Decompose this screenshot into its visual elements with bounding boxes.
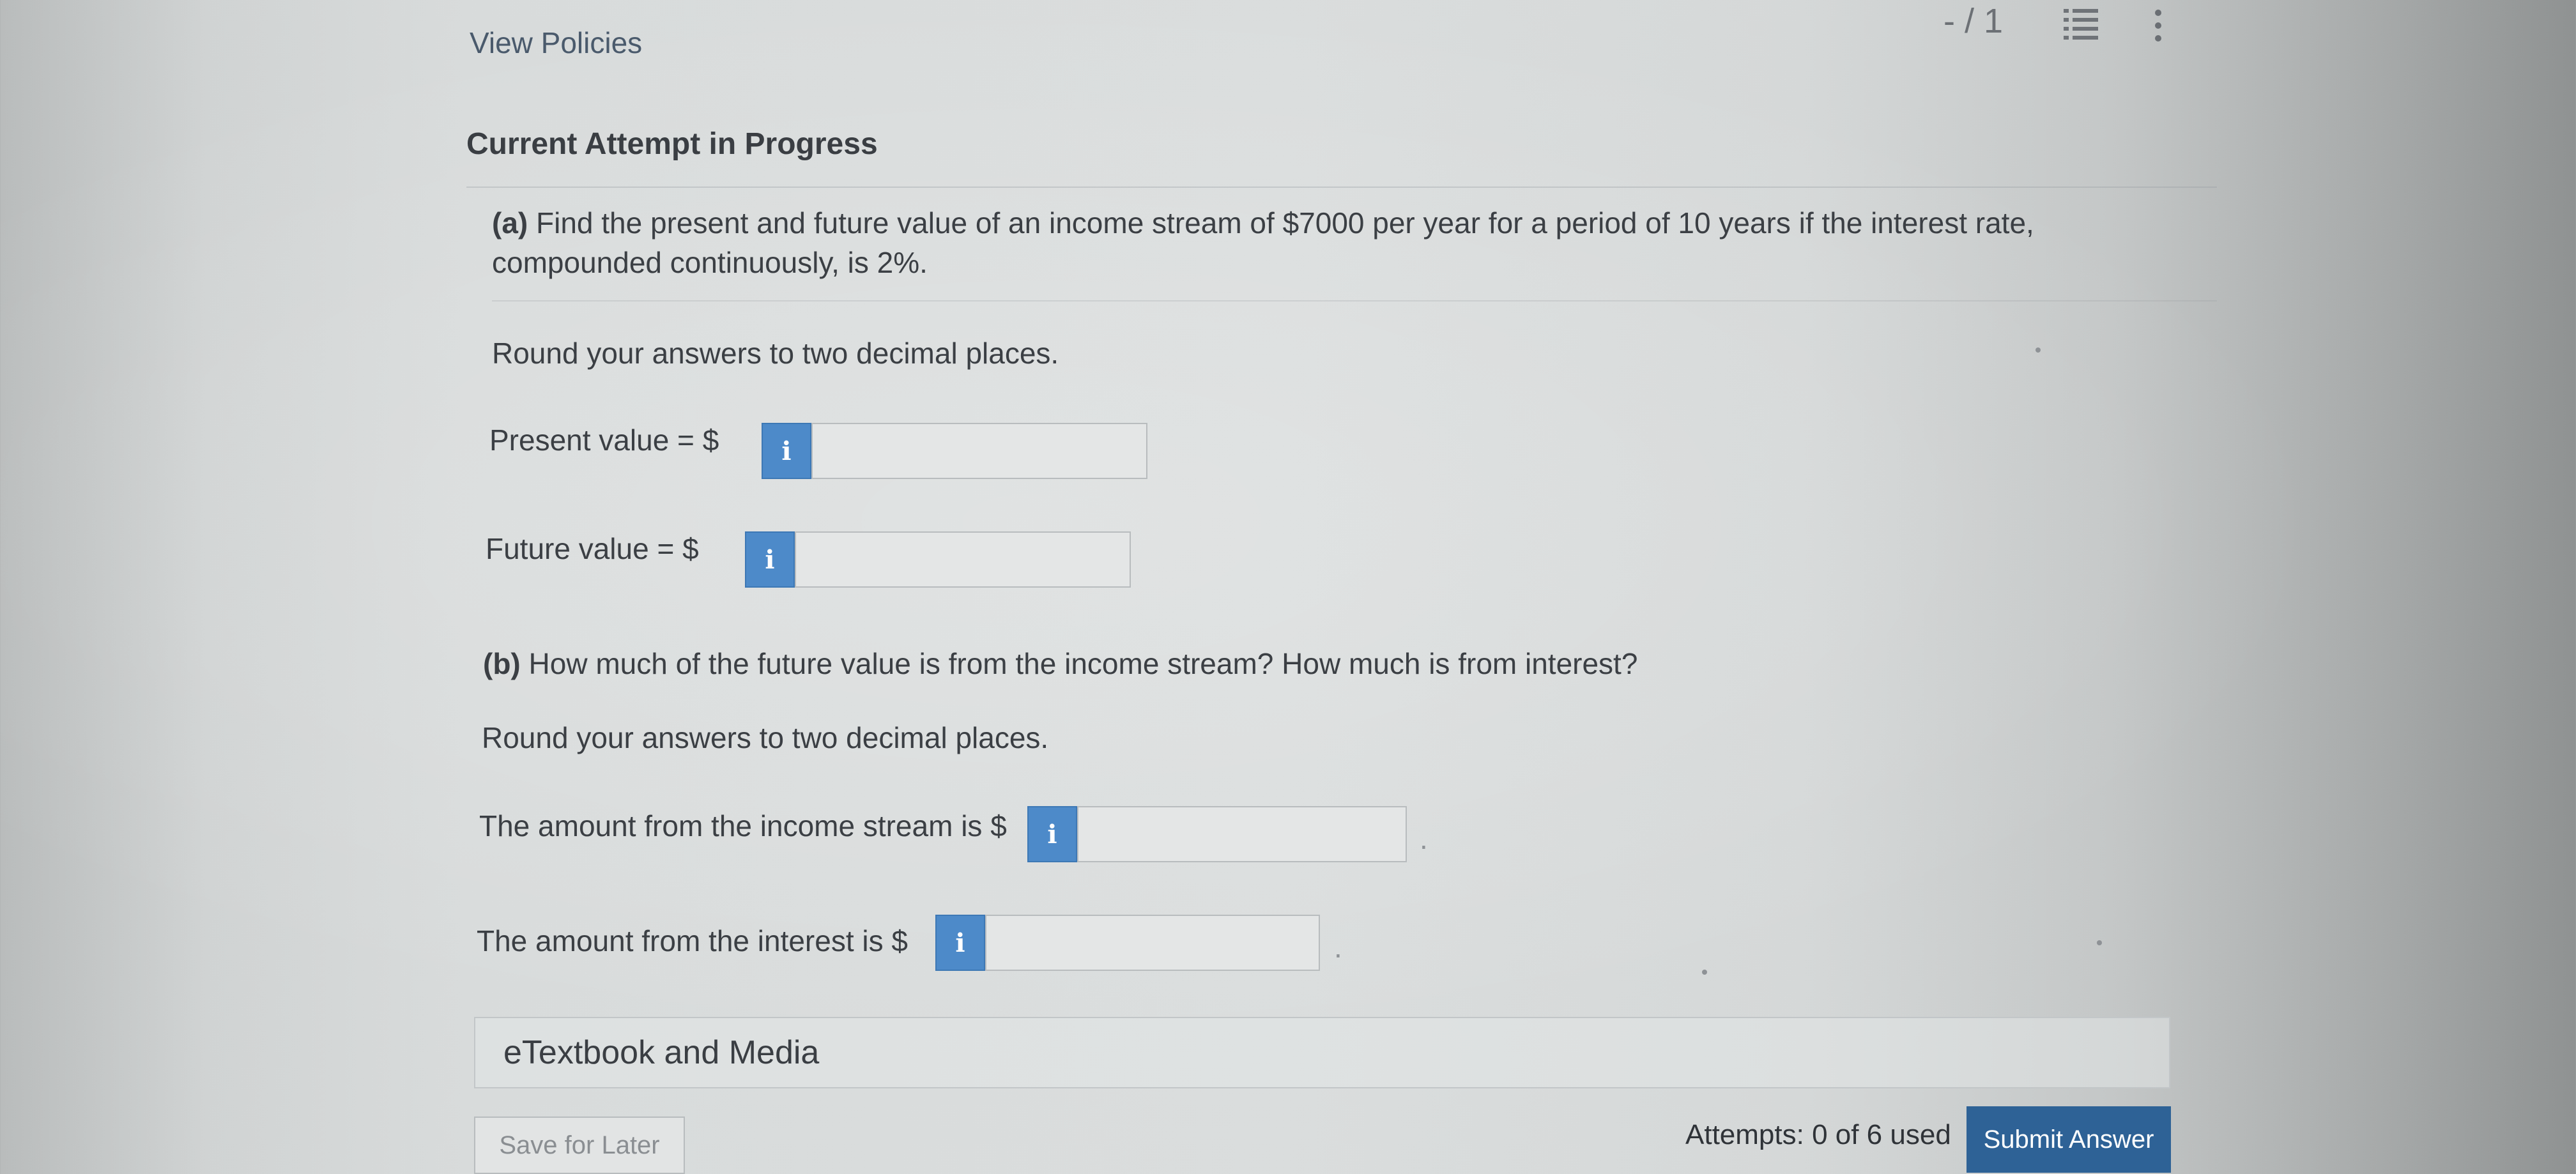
part-a-text: Find the present and future value of an … [492, 206, 2034, 279]
question-part-a: (a) Find the present and future value of… [492, 203, 2191, 282]
divider [466, 187, 2217, 188]
interest-input[interactable] [985, 915, 1320, 971]
speck [2035, 347, 2041, 353]
interest-label: The amount from the interest is $ [477, 924, 908, 957]
period: . [1420, 822, 1428, 855]
question-part-b: (b) How much of the future value is from… [483, 644, 2182, 683]
part-b-tag: (b) [483, 647, 521, 680]
list-icon[interactable] [2062, 5, 2101, 43]
round-instruction-a: Round your answers to two decimal places… [492, 337, 1059, 370]
future-value-input[interactable] [795, 531, 1131, 588]
screen-glare [0, 0, 2576, 1160]
period: . [1334, 931, 1342, 964]
info-icon[interactable]: i [935, 915, 985, 971]
etextbook-media-panel[interactable]: eTextbook and Media [474, 1017, 2170, 1088]
future-value-label: Future value = $ [486, 532, 699, 565]
income-stream-input[interactable] [1077, 806, 1407, 862]
divider [492, 300, 2217, 301]
info-icon[interactable]: i [762, 423, 811, 479]
round-instruction-b: Round your answers to two decimal places… [482, 721, 1049, 754]
speck [2097, 940, 2102, 945]
info-icon[interactable]: i [1027, 806, 1077, 862]
income-stream-label: The amount from the income stream is $ [479, 809, 1007, 842]
more-vertical-icon[interactable] [2150, 6, 2166, 45]
view-policies-link[interactable]: View Policies [470, 26, 642, 60]
present-value-input[interactable] [811, 423, 1147, 479]
present-value-label: Present value = $ [489, 423, 719, 457]
attempt-heading: Current Attempt in Progress [466, 127, 878, 161]
etextbook-label: eTextbook and Media [503, 1034, 820, 1071]
attempts-counter: Attempts: 0 of 6 used [1685, 1119, 1951, 1150]
info-icon[interactable]: i [745, 531, 795, 588]
speck [1702, 970, 1707, 975]
submit-answer-button[interactable]: Submit Answer [1966, 1106, 2171, 1173]
save-for-later-button[interactable]: Save for Later [474, 1117, 685, 1174]
part-a-tag: (a) [492, 206, 528, 240]
page-indicator: - / 1 [1943, 2, 2004, 40]
part-b-text: How much of the future value is from the… [528, 647, 1638, 680]
